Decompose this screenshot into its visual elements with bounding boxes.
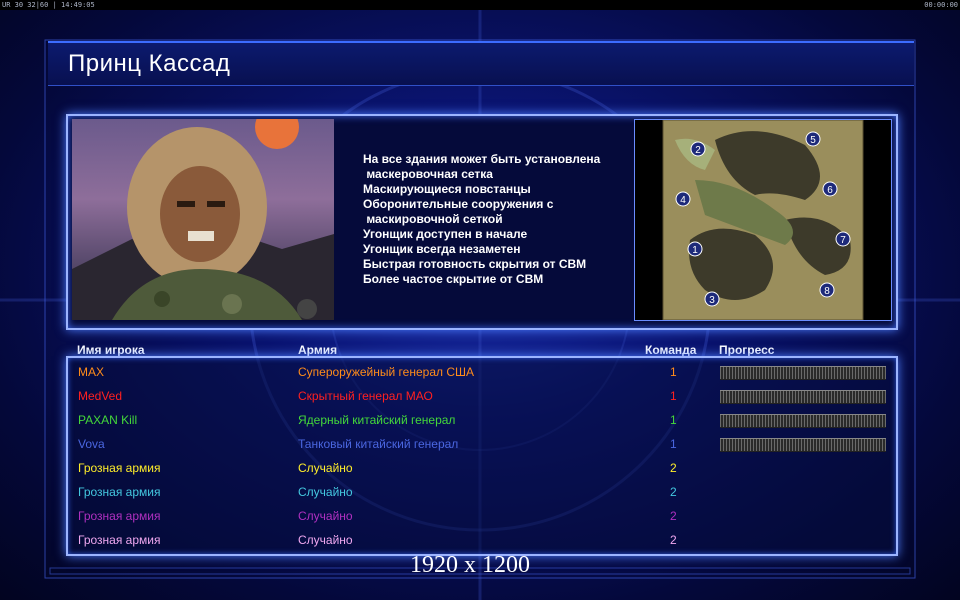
page-title: Принц Кассад xyxy=(68,50,231,77)
timer: 00:00:00 xyxy=(924,1,958,9)
player-team: 1 xyxy=(670,437,677,451)
player-name: Грозная армия xyxy=(78,485,161,499)
player-army: Ядерный китайский генерал xyxy=(298,413,456,427)
player-row[interactable]: MedVed Скрытный генерал МАО 1 xyxy=(0,385,960,409)
player-name: PAXAN Kill xyxy=(78,413,138,427)
spawn-1: 1 xyxy=(692,245,698,256)
player-army: Случайно xyxy=(298,485,353,499)
spawn-4: 4 xyxy=(680,195,686,206)
spawn-5: 5 xyxy=(810,135,816,146)
progress-bar xyxy=(720,414,886,428)
spawn-6: 6 xyxy=(827,185,833,196)
progress-bar xyxy=(720,366,886,380)
player-army: Случайно xyxy=(298,509,353,523)
general-portrait xyxy=(72,119,334,320)
player-team: 2 xyxy=(670,461,677,475)
fps-clock: UR 30 32|60 | 14:49:05 xyxy=(2,1,95,9)
header-player-name: Имя игрока xyxy=(77,343,145,357)
player-army: Скрытный генерал МАО xyxy=(298,389,433,403)
progress-bar xyxy=(720,390,886,404)
player-name: Vova xyxy=(78,437,105,451)
player-team: 1 xyxy=(670,389,677,403)
player-row[interactable]: Грозная армия Случайно 2 xyxy=(0,481,960,505)
spawn-7: 7 xyxy=(840,235,846,246)
progress-bar xyxy=(720,438,886,452)
player-team: 1 xyxy=(670,413,677,427)
player-army: Танковый китайский генерал xyxy=(298,437,459,451)
spawn-3: 3 xyxy=(709,295,715,306)
resolution-label: 1920 x 1200 xyxy=(410,552,530,578)
header-progress: Прогресс xyxy=(719,343,775,357)
player-row[interactable]: Vova Танковый китайский генерал 1 xyxy=(0,433,960,457)
player-army: Случайно xyxy=(298,461,353,475)
player-army: Супероружейный генерал США xyxy=(298,365,474,379)
player-name: Грозная армия xyxy=(78,533,161,547)
player-row[interactable]: Грозная армия Случайно 2 xyxy=(0,529,960,553)
player-name: MedVed xyxy=(78,389,123,403)
spawn-2: 2 xyxy=(695,145,701,156)
minimap[interactable]: 2 5 4 6 1 7 3 8 xyxy=(634,119,892,321)
player-army: Случайно xyxy=(298,533,353,547)
player-team: 2 xyxy=(670,533,677,547)
header-army: Армия xyxy=(298,343,338,357)
player-team: 2 xyxy=(670,485,677,499)
player-row[interactable]: PAXAN Kill Ядерный китайский генерал 1 xyxy=(0,409,960,433)
player-name: MAX xyxy=(78,365,105,379)
spawn-8: 8 xyxy=(824,286,830,297)
header-team: Команда xyxy=(645,343,697,357)
player-name: Грозная армия xyxy=(78,461,161,475)
player-row[interactable]: Грозная армия Случайно 2 xyxy=(0,505,960,529)
status-bar: UR 30 32|60 | 14:49:05 00:00:00 xyxy=(0,0,960,10)
player-team: 1 xyxy=(670,365,677,379)
player-row[interactable]: Грозная армия Случайно 2 xyxy=(0,457,960,481)
player-name: Грозная армия xyxy=(78,509,161,523)
general-features: На все здания может быть установлена мас… xyxy=(363,152,601,286)
player-row[interactable]: MAX Супероружейный генерал США 1 xyxy=(0,361,960,385)
player-team: 2 xyxy=(670,509,677,523)
